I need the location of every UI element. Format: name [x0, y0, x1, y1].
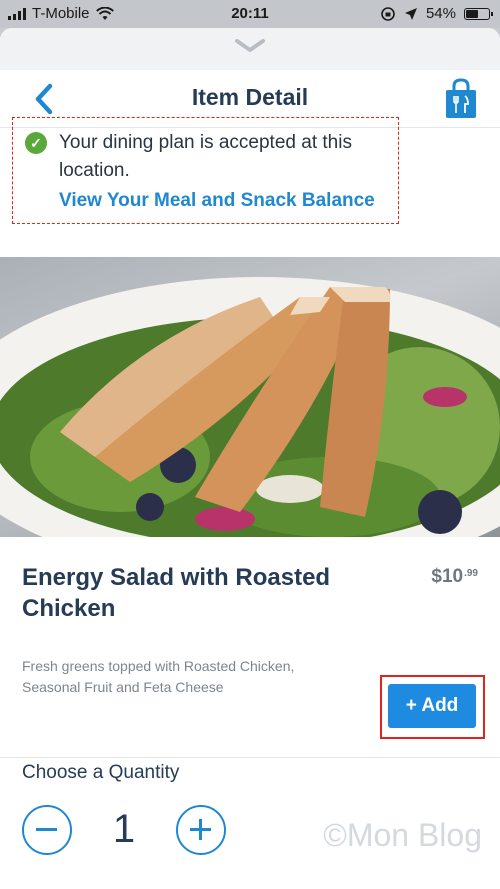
- dining-plan-message: Your dining plan is accepted at this loc…: [59, 132, 352, 181]
- divider: [0, 757, 500, 758]
- meal-balance-link[interactable]: View Your Meal and Snack Balance: [59, 190, 375, 212]
- chevron-down-icon[interactable]: [234, 38, 266, 54]
- battery-percent: 54%: [425, 5, 456, 22]
- item-description: Fresh greens topped with Roasted Chicken…: [22, 658, 295, 695]
- item-title: Energy Salad with Roasted Chicken: [22, 564, 331, 622]
- battery-icon: [464, 7, 493, 20]
- battery-level: [466, 9, 478, 18]
- add-button[interactable]: + Add: [388, 684, 476, 728]
- price-cents: .99: [464, 568, 478, 579]
- quantity-increment-button[interactable]: [176, 805, 226, 855]
- quantity-decrement-button[interactable]: [22, 805, 72, 855]
- price-main: $10: [431, 566, 464, 587]
- item-price: $10.99: [431, 566, 478, 588]
- quantity-value: 1: [112, 807, 136, 851]
- check-circle-icon: ✓: [25, 132, 47, 154]
- location-arrow-icon: [404, 7, 417, 20]
- sheet-handle-strip[interactable]: [0, 28, 500, 70]
- watermark: ©Mon Blog: [323, 817, 482, 853]
- dining-plan-notice: ✓ Your dining plan is accepted at this l…: [12, 117, 399, 224]
- shopping-bag-button[interactable]: [444, 78, 478, 120]
- quantity-label: Choose a Quantity: [22, 762, 180, 783]
- shopping-bag-icon: [446, 78, 476, 118]
- status-bar: T-Mobile 20:11 54%: [0, 0, 500, 28]
- page-title: Item Detail: [191, 84, 309, 110]
- rotation-lock-icon: [381, 6, 395, 21]
- status-right: 54%: [380, 5, 493, 22]
- food-photo: [0, 257, 500, 537]
